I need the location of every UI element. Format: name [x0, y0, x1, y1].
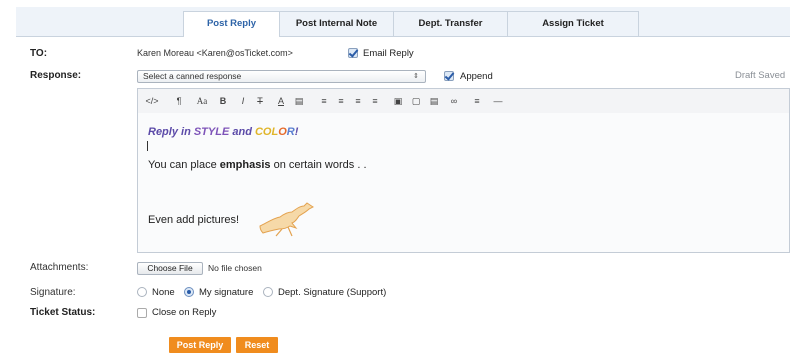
- paragraph-icon[interactable]: ¶: [174, 94, 184, 108]
- editor-content[interactable]: Reply in STYLE and COLOR! You can place …: [138, 113, 789, 252]
- link-icon[interactable]: ∞: [448, 94, 460, 108]
- rich-text-editor[interactable]: </> ¶ Aa B I T A ▤ ≡ ≡ ≡ ≡ ▣ ▢ ▤ ∞ ≡ — R…: [137, 88, 790, 253]
- response-label: Response:: [30, 70, 82, 81]
- tab-post-reply[interactable]: Post Reply: [183, 11, 280, 37]
- no-file-text: No file chosen: [208, 263, 262, 273]
- close-on-reply-checkbox[interactable]: [137, 308, 147, 318]
- strikethrough-icon[interactable]: T: [255, 94, 265, 108]
- heading-segment: Reply in: [148, 126, 194, 138]
- file-icon[interactable]: ▤: [428, 94, 440, 108]
- signature-my-radio[interactable]: [184, 287, 194, 297]
- indent-icon[interactable]: ≡: [369, 94, 381, 108]
- signature-my-label: My signature: [199, 287, 254, 298]
- heading-segment: O: [278, 126, 287, 138]
- emphasis-line: You can place emphasis on certain words …: [148, 159, 367, 171]
- table-icon[interactable]: ▤: [293, 94, 305, 108]
- draft-status: Draft Saved: [735, 70, 786, 81]
- canned-response-select[interactable]: Select a canned response ⇕: [137, 70, 426, 83]
- tab-dept-transfer[interactable]: Dept. Transfer: [393, 11, 508, 36]
- heading-segment: R: [286, 126, 295, 138]
- align-icon[interactable]: ≡: [471, 94, 483, 108]
- tab-bar: Post Reply Post Internal Note Dept. Tran…: [16, 7, 790, 37]
- append-checkbox[interactable]: [444, 71, 454, 81]
- attachments-label: Attachments:: [30, 262, 89, 273]
- font-icon[interactable]: Aa: [194, 94, 210, 108]
- ordered-list-icon[interactable]: ≡: [335, 94, 347, 108]
- tab-assign-ticket[interactable]: Assign Ticket: [507, 11, 639, 36]
- italic-icon[interactable]: I: [238, 94, 248, 108]
- heading-segment: COL: [254, 126, 279, 138]
- editor-toolbar: </> ¶ Aa B I T A ▤ ≡ ≡ ≡ ≡ ▣ ▢ ▤ ∞ ≡ —: [138, 89, 789, 114]
- emphasis-word: emphasis: [219, 159, 271, 171]
- horizontal-rule-icon[interactable]: —: [492, 94, 504, 108]
- text-cursor: [147, 141, 148, 151]
- heading-segment: and: [229, 126, 255, 138]
- heading-segment: STYLE: [193, 126, 230, 138]
- pictures-line: Even add pictures!: [148, 214, 240, 226]
- to-recipient: Karen Moreau <Karen@osTicket.com>: [137, 48, 293, 58]
- html-code-icon[interactable]: </>: [145, 94, 159, 108]
- email-reply-label: Email Reply: [363, 48, 414, 59]
- signature-dept-label: Dept. Signature (Support): [278, 287, 387, 298]
- signature-none-label: None: [152, 287, 175, 298]
- signature-none-radio[interactable]: [137, 287, 147, 297]
- outdent-icon[interactable]: ≡: [352, 94, 364, 108]
- select-arrow-icon: ⇕: [413, 73, 419, 80]
- close-on-reply-label: Close on Reply: [152, 307, 217, 318]
- signature-dept-radio[interactable]: [263, 287, 273, 297]
- text-color-icon[interactable]: A: [276, 94, 286, 108]
- emphasis-line-start: You can place: [148, 159, 220, 171]
- styled-heading: Reply in STYLE and COLOR!: [148, 126, 298, 138]
- kangaroo-image: [259, 202, 314, 237]
- email-reply-checkbox[interactable]: [348, 48, 358, 58]
- ticket-status-label: Ticket Status:: [30, 307, 96, 318]
- append-label: Append: [460, 71, 493, 82]
- bold-icon[interactable]: B: [218, 94, 228, 108]
- signature-label: Signature:: [30, 287, 76, 298]
- emphasis-line-end: on certain words . .: [270, 159, 367, 171]
- choose-file-button[interactable]: Choose File: [137, 262, 203, 275]
- unordered-list-icon[interactable]: ≡: [318, 94, 330, 108]
- canned-response-value: Select a canned response: [143, 71, 242, 81]
- image-icon[interactable]: ▣: [392, 94, 404, 108]
- reply-panel: Post Reply Post Internal Note Dept. Tran…: [0, 0, 805, 353]
- video-icon[interactable]: ▢: [410, 94, 422, 108]
- heading-segment: !: [294, 126, 299, 138]
- to-label: TO:: [30, 48, 48, 59]
- tab-post-internal-note[interactable]: Post Internal Note: [279, 11, 394, 36]
